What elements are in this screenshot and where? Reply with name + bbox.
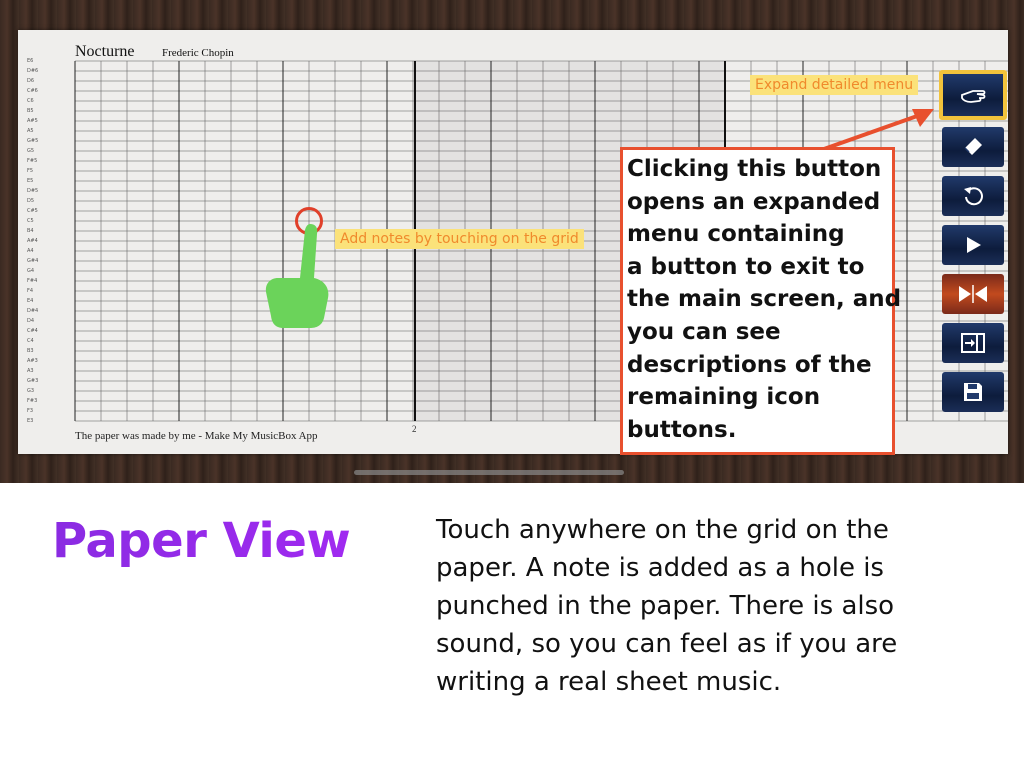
note-label: C5: [27, 218, 34, 224]
note-label: B5: [27, 108, 34, 114]
note-label: F5: [27, 168, 34, 174]
home-indicator: [354, 470, 624, 475]
note-label: G#4: [27, 258, 39, 264]
info-box-line: you can see: [627, 318, 781, 345]
mirror-button[interactable]: [942, 274, 1004, 314]
note-label: A#3: [27, 358, 38, 364]
note-label: D#6: [27, 68, 39, 74]
undo-icon: [964, 187, 983, 206]
note-label: E5: [27, 178, 34, 184]
undo-button[interactable]: [942, 176, 1004, 216]
note-label: G4: [27, 268, 35, 274]
info-box-line: buttons.: [627, 416, 737, 443]
save-icon: [964, 383, 982, 401]
info-box-line: opens an expanded: [627, 188, 881, 215]
eraser-button[interactable]: [942, 127, 1004, 167]
note-label: D#4: [27, 308, 39, 314]
note-label: C#4: [27, 328, 38, 334]
note-label: E3: [27, 418, 34, 424]
note-label: B4: [27, 228, 34, 234]
note-label: A5: [27, 128, 34, 134]
play-button[interactable]: [942, 225, 1004, 265]
sheet-title: Nocturne: [75, 43, 135, 60]
side-toolbar: [936, 66, 1016, 426]
section-title: Paper View: [52, 513, 351, 569]
export-button[interactable]: [942, 323, 1004, 363]
note-label: D#5: [27, 188, 39, 194]
note-label: D4: [27, 318, 35, 324]
hand-point-icon: [961, 90, 986, 103]
note-label: G5: [27, 148, 35, 154]
note-label: G3: [27, 388, 35, 394]
note-label: A3: [27, 368, 34, 374]
note-label: D6: [27, 78, 35, 84]
caption-line: paper. A note is added as a hole is: [436, 553, 884, 583]
play-icon: [967, 237, 981, 253]
export-icon: [961, 333, 985, 353]
eraser-icon: [964, 138, 982, 155]
caption-line: sound, so you can feel as if you are: [436, 629, 898, 659]
caption-line: punched in the paper. There is also: [436, 591, 895, 621]
footer-credit: The paper was made by me - Make My Music…: [75, 430, 318, 442]
note-label: C#6: [27, 88, 38, 94]
note-label: A4: [27, 248, 34, 254]
app-screenshot: Nocturne Frederic Chopin E6 D#6 D6 C#6 C6 B5 A…: [0, 0, 1024, 483]
note-label: C4: [27, 338, 34, 344]
save-button[interactable]: [942, 372, 1004, 412]
section-description: Touch anywhere on the grid on the paper. …: [436, 511, 976, 701]
note-label: G#3: [27, 378, 39, 384]
caption-line: Touch anywhere on the grid on the: [436, 515, 889, 545]
info-box-line: a button to exit to: [627, 253, 865, 280]
info-box-line: remaining icon: [627, 384, 821, 411]
note-label: A#5: [27, 118, 38, 124]
note-label: D5: [27, 198, 35, 204]
expand-menu-hint-label: Expand detailed menu: [750, 75, 919, 95]
note-label: F#4: [27, 278, 38, 284]
caption-line: writing a real sheet music.: [436, 667, 782, 697]
pointing-hand-icon: [265, 224, 329, 328]
note-label: F4: [27, 288, 34, 294]
info-box-line: menu containing: [627, 221, 845, 248]
info-box-line: Clicking this button: [627, 156, 882, 182]
grid-hint-label: Add notes by touching on the grid: [335, 229, 584, 249]
note-label: E4: [27, 298, 34, 304]
note-label: G#5: [27, 138, 39, 144]
note-label: F#3: [27, 398, 38, 404]
note-label: C6: [27, 98, 34, 104]
page-number: 2: [412, 424, 417, 434]
sheet-composer: Frederic Chopin: [162, 47, 234, 59]
note-label: F3: [27, 408, 34, 414]
info-box-line: descriptions of the: [627, 351, 872, 378]
expand-menu-explanation-box: Clicking this button opens an expanded men…: [620, 147, 902, 455]
note-label: A#4: [27, 238, 38, 244]
mirror-icon: [959, 285, 987, 303]
expand-menu-button[interactable]: [939, 70, 1007, 120]
note-label: F#5: [27, 158, 38, 164]
info-box-line: the main screen, and: [627, 286, 902, 313]
note-label: E6: [27, 58, 34, 64]
note-label: B3: [27, 348, 34, 354]
note-label: C#5: [27, 208, 38, 214]
